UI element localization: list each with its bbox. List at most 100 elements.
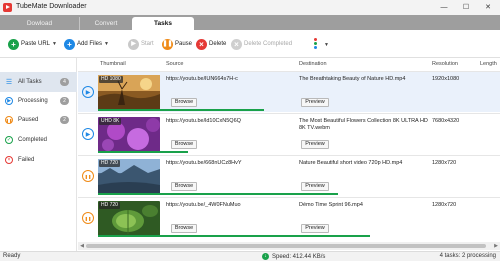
pause-icon: ❚❚	[5, 116, 13, 124]
browse-button[interactable]: Browse	[171, 224, 197, 233]
resolution-value: 7680x4320	[432, 118, 460, 124]
resolution-badge: HD 720	[99, 160, 120, 167]
status-bar: Ready ↓ Speed: 412.44 KB/s 4 tasks: 2 pr…	[0, 251, 500, 261]
source-url: https://youtu.be/_4W0FNuMuo	[166, 202, 241, 208]
column-header-destination[interactable]: Destination	[299, 61, 327, 67]
pause-icon[interactable]: ❚❚	[82, 170, 94, 182]
progress-bar	[98, 235, 370, 237]
sidebar-item-label: Failed	[18, 157, 35, 163]
status-text: Ready	[3, 253, 21, 259]
add-files-label: Add Files	[77, 41, 103, 47]
sidebar-item-label: All Tasks	[18, 79, 42, 85]
play-icon: ▶	[5, 97, 13, 105]
resolution-badge: UHD 8K	[99, 118, 122, 125]
table-row[interactable]: ▶ UHD 8K https://youtu.be/ld10CxN5Q6Q Br…	[78, 113, 500, 154]
chevron-down-icon[interactable]: ▼	[324, 42, 329, 48]
browse-button[interactable]: Browse	[171, 98, 197, 107]
delete-completed-label: Delete Completed	[244, 41, 293, 47]
sidebar-item-completed[interactable]: ✓ Completed	[0, 130, 77, 150]
minimize-button[interactable]: —	[433, 0, 455, 15]
app-logo-icon	[3, 3, 12, 12]
scroll-left-icon[interactable]: ◀	[78, 242, 86, 250]
start-button[interactable]: ▶ Start	[128, 38, 154, 50]
toolbar: + Paste URL ▼ + Add Files ▼ ▶ Start ❚❚ P…	[0, 30, 500, 58]
sidebar-item-label: Completed	[18, 137, 48, 143]
scroll-right-icon[interactable]: ▶	[492, 242, 500, 250]
scrollbar-thumb[interactable]	[86, 244, 486, 248]
destination-filename: The Most Beautiful Flowers Collection 8K…	[299, 118, 428, 131]
preview-button[interactable]: Preview	[301, 224, 329, 233]
close-icon: ×	[5, 156, 13, 164]
count-badge: 2	[60, 116, 69, 124]
download-speed: ↓ Speed: 412.44 KB/s	[262, 253, 325, 260]
column-header-length[interactable]: Length	[480, 61, 497, 67]
delete-button[interactable]: × Delete	[196, 38, 226, 50]
pause-icon[interactable]: ❚❚	[82, 212, 94, 224]
resolution-badge: HD 1080	[99, 76, 123, 83]
count-badge: 4	[60, 78, 69, 86]
preview-button[interactable]: Preview	[301, 98, 329, 107]
close-button[interactable]: ✕	[477, 0, 499, 15]
close-icon: ×	[196, 38, 207, 50]
preview-button[interactable]: Preview	[301, 182, 329, 191]
delete-label: Delete	[209, 41, 227, 47]
column-header-thumbnail[interactable]: Thumbnail	[100, 61, 126, 67]
pause-icon: ❚❚	[162, 38, 173, 50]
chevron-down-icon: ▼	[104, 41, 109, 47]
source-url: https://youtu.be/ld10CxN5Q6Q	[166, 118, 241, 124]
resolution-value: 1280x720	[432, 160, 457, 166]
play-icon[interactable]: ▶	[82, 128, 94, 140]
window-title: TubeMate Downloader	[16, 3, 87, 10]
check-icon: ✓	[5, 136, 13, 144]
start-label: Start	[141, 41, 154, 47]
progress-bar	[98, 109, 264, 111]
plus-icon: +	[8, 38, 19, 50]
preview-button[interactable]: Preview	[301, 140, 329, 149]
video-thumbnail: UHD 8K	[98, 117, 160, 152]
table-row[interactable]: ❚❚ HD 720 https://youtu.be/_4W0FNuMuo Br…	[78, 197, 500, 238]
more-menu-icon[interactable]	[314, 38, 318, 51]
sidebar-item-failed[interactable]: × Failed	[0, 150, 77, 170]
list-icon: ☰	[5, 79, 13, 86]
destination-filename: Nature Beautiful short video 720p HD.mp4	[299, 160, 403, 166]
sidebar-item-paused[interactable]: ❚❚ Paused 2	[0, 110, 77, 130]
tab-tasks[interactable]: Tasks	[132, 17, 194, 30]
close-icon: ×	[231, 38, 242, 50]
paste-url-label: Paste URL	[21, 41, 51, 47]
column-header-resolution[interactable]: Resolution	[432, 61, 458, 67]
add-files-button[interactable]: + Add Files ▼	[64, 38, 109, 50]
resolution-value: 1280x720	[432, 202, 457, 208]
delete-completed-button[interactable]: × Delete Completed	[231, 38, 292, 50]
sidebar-item-label: Processing	[18, 98, 48, 104]
sidebar-item-label: Paused	[18, 117, 39, 123]
chevron-down-icon: ▼	[52, 41, 57, 47]
source-url: https://youtu.be/668nUCz8HvY	[166, 160, 242, 166]
resolution-value: 1920x1080	[432, 76, 460, 82]
speed-value: Speed: 412.44 KB/s	[272, 253, 326, 260]
tab-download[interactable]: Dowload	[0, 17, 80, 30]
maximize-button[interactable]: ☐	[455, 0, 477, 15]
count-badge: 2	[60, 97, 69, 105]
play-icon[interactable]: ▶	[82, 86, 94, 98]
paste-url-button[interactable]: + Paste URL ▼	[8, 38, 57, 50]
video-thumbnail: HD 720	[98, 201, 160, 236]
progress-bar	[98, 151, 188, 153]
horizontal-scrollbar[interactable]: ◀ ▶	[78, 242, 500, 250]
video-thumbnail: HD 1080	[98, 75, 160, 110]
tab-convert[interactable]: Convert	[80, 17, 132, 30]
table-row[interactable]: ▶ HD 1080 https://youtu.be/lUN664s7H-c B…	[78, 71, 500, 112]
column-header-source[interactable]: Source	[166, 61, 183, 67]
download-arrow-icon: ↓	[262, 253, 269, 260]
progress-bar	[98, 193, 338, 195]
pause-button[interactable]: ❚❚ Pause	[162, 38, 192, 50]
sidebar: ☰ All Tasks 4 ▶ Processing 2 ❚❚ Paused 2…	[0, 58, 77, 251]
resolution-badge: HD 720	[99, 202, 120, 209]
destination-filename: The Breathtaking Beauty of Nature HD.mp4	[299, 76, 406, 82]
browse-button[interactable]: Browse	[171, 140, 197, 149]
sidebar-item-processing[interactable]: ▶ Processing 2	[0, 91, 77, 111]
browse-button[interactable]: Browse	[171, 182, 197, 191]
pause-label: Pause	[175, 41, 193, 47]
table-row[interactable]: ❚❚ HD 720 https://youtu.be/668nUCz8HvY B…	[78, 155, 500, 196]
sidebar-item-all-tasks[interactable]: ☰ All Tasks 4	[0, 72, 77, 92]
main-tab-bar: Dowload Convert Tasks	[0, 15, 500, 30]
